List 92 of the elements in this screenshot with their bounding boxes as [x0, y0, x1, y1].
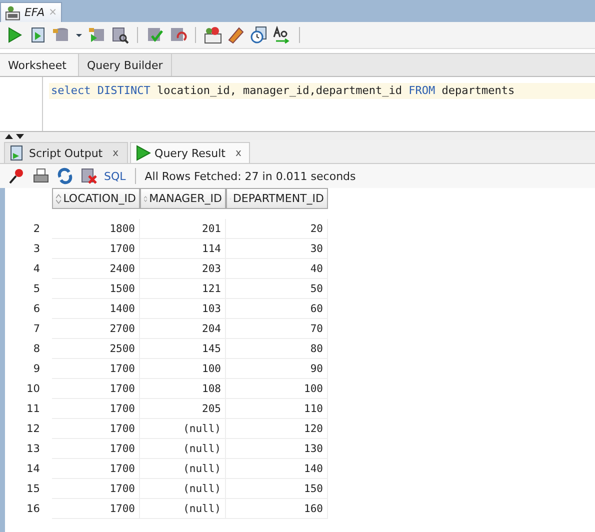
- document-title: EFA: [24, 6, 45, 19]
- splitter-arrows-icon[interactable]: [4, 132, 26, 140]
- pin-icon[interactable]: [8, 167, 26, 185]
- table-cell: (null): [140, 499, 226, 519]
- table-cell: 205: [140, 399, 226, 419]
- table-cell: 1700: [52, 379, 140, 399]
- row-number: 15: [26, 482, 41, 497]
- database-search-icon[interactable]: [111, 26, 129, 44]
- row-number: 4: [32, 262, 41, 277]
- status-text: All Rows Fetched: 27 in 0.011 seconds: [144, 170, 356, 182]
- close-icon[interactable]: x: [112, 148, 119, 158]
- row-number: 11: [26, 402, 41, 417]
- table-cell: (null): [140, 459, 226, 479]
- table-cell: 145: [140, 339, 226, 359]
- row-number: 5: [32, 282, 41, 297]
- eraser-icon[interactable]: [227, 26, 245, 44]
- refresh-icon[interactable]: [56, 167, 74, 185]
- editor-tab[interactable]: Worksheet: [0, 54, 79, 76]
- table-cell: 204: [140, 319, 226, 339]
- row-number: 2: [32, 222, 41, 237]
- row-number: 14: [26, 462, 41, 477]
- column-header[interactable]: MANAGER_ID: [140, 188, 226, 209]
- row-number: 10: [26, 382, 41, 397]
- table-cell: 114: [140, 239, 226, 259]
- result-tab[interactable]: Query Result x: [130, 142, 250, 163]
- commit-icon[interactable]: [146, 26, 164, 44]
- database-icon[interactable]: [52, 26, 70, 44]
- editor-tab[interactable]: Query Builder: [79, 54, 172, 76]
- table-cell: 100: [226, 379, 328, 399]
- table-cell: (null): [140, 419, 226, 439]
- table-cell: 1700: [52, 439, 140, 459]
- table-cell: 121: [140, 279, 226, 299]
- table-cell: 100: [140, 359, 226, 379]
- table-cell: 110: [226, 399, 328, 419]
- table-cell: 120: [226, 419, 328, 439]
- font-case-icon[interactable]: [273, 26, 291, 44]
- table-cell: 201: [140, 219, 226, 239]
- table-cell: 50: [226, 279, 328, 299]
- table-cell: 203: [140, 259, 226, 279]
- sql-link[interactable]: SQL: [104, 170, 126, 182]
- row-number: 8: [32, 342, 41, 357]
- row-number: 16: [26, 502, 41, 517]
- table-cell: 1800: [52, 219, 140, 239]
- table-cell: 1500: [52, 279, 140, 299]
- table-cell: 108: [140, 379, 226, 399]
- rollback-icon[interactable]: [169, 26, 187, 44]
- table-cell: 130: [226, 439, 328, 459]
- row-number: 3: [32, 242, 41, 257]
- table-cell: 160: [226, 499, 328, 519]
- table-cell: 1700: [52, 499, 140, 519]
- table-cell: 140: [226, 459, 328, 479]
- row-number: 7: [32, 322, 41, 337]
- run-icon: [134, 145, 151, 161]
- row-number: 12: [26, 422, 41, 437]
- table-cell: 103: [140, 299, 226, 319]
- sql-add-icon[interactable]: [204, 26, 222, 44]
- print-icon[interactable]: [32, 167, 50, 185]
- table-cell: 40: [226, 259, 328, 279]
- table-cell: 30: [226, 239, 328, 259]
- document-tab[interactable]: EFA ×: [0, 2, 62, 22]
- column-header[interactable]: LOCATION_ID: [52, 188, 140, 209]
- row-number: 6: [32, 302, 41, 317]
- table-cell: 1700: [52, 359, 140, 379]
- table-cell: (null): [140, 439, 226, 459]
- table-cell: 1700: [52, 399, 140, 419]
- result-tab[interactable]: Script Output x: [4, 142, 128, 163]
- table-cell: (null): [140, 479, 226, 499]
- close-icon[interactable]: x: [235, 148, 242, 158]
- table-cell: 2500: [52, 339, 140, 359]
- table-cell: 2400: [52, 259, 140, 279]
- table-cell: 70: [226, 319, 328, 339]
- delete-icon[interactable]: [80, 167, 98, 185]
- run-icon[interactable]: [6, 26, 24, 44]
- script-icon: [9, 145, 25, 161]
- table-cell: 90: [226, 359, 328, 379]
- row-number: 9: [32, 362, 41, 377]
- row-number: 13: [26, 442, 41, 457]
- table-cell: 1700: [52, 459, 140, 479]
- clock-icon[interactable]: [250, 26, 268, 44]
- sql-file-icon: [5, 4, 20, 20]
- table-cell: 80: [226, 339, 328, 359]
- table-cell: 2700: [52, 319, 140, 339]
- table-cell: 1700: [52, 239, 140, 259]
- table-cell: 1400: [52, 299, 140, 319]
- table-cell: 20: [226, 219, 328, 239]
- table-cell: 60: [226, 299, 328, 319]
- table-cell: 1700: [52, 479, 140, 499]
- table-cell: 150: [226, 479, 328, 499]
- column-header[interactable]: DEPARTMENT_ID: [226, 188, 328, 209]
- table-cell: 1700: [52, 419, 140, 439]
- run-script-icon[interactable]: [29, 26, 47, 44]
- database-run-icon[interactable]: [88, 26, 106, 44]
